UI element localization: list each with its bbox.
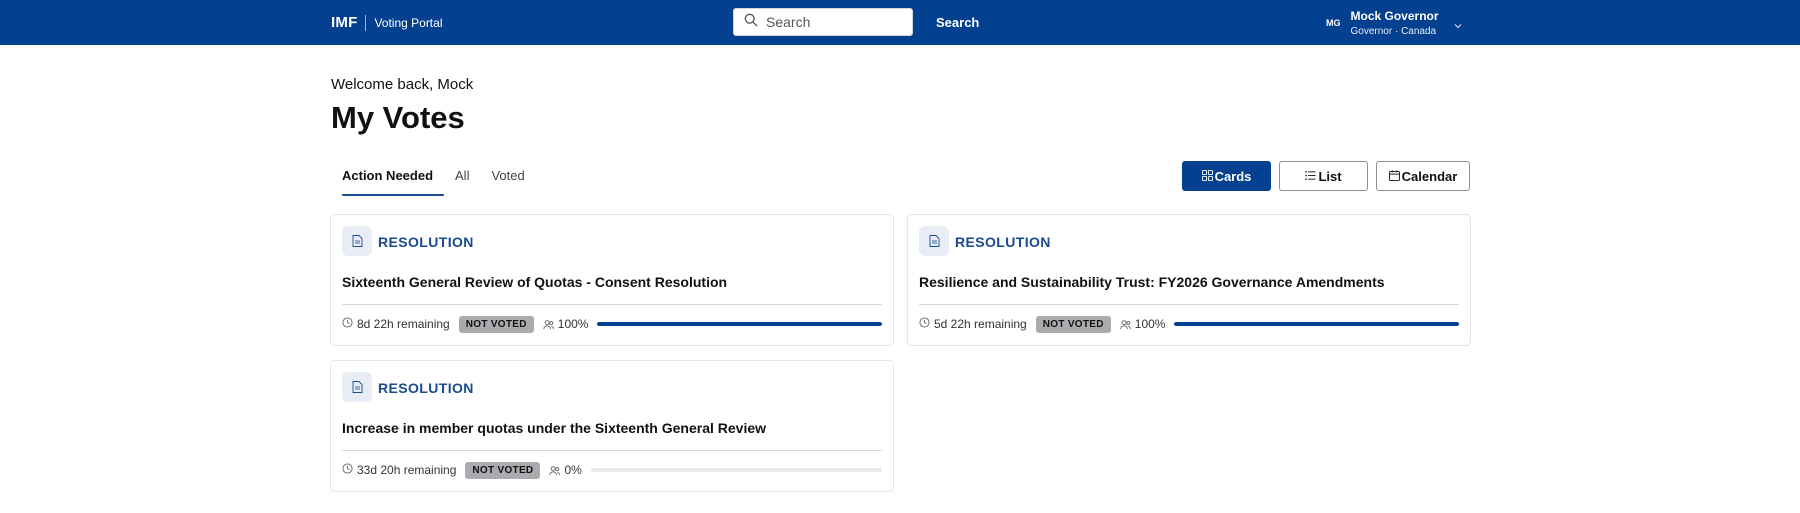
- cards-view-button[interactable]: Cards: [1182, 161, 1271, 191]
- card-footer: 8d 22h remaining NOT VOTED 100%: [342, 315, 882, 333]
- time-remaining: 8d 22h remaining: [357, 317, 450, 331]
- card-title[interactable]: Resilience and Sustainability Trust: FY2…: [919, 274, 1385, 290]
- people-icon: [1120, 319, 1131, 330]
- vote-card[interactable]: RESOLUTION Resilience and Sustainability…: [907, 214, 1471, 346]
- card-title[interactable]: Sixteenth General Review of Quotas - Con…: [342, 274, 727, 290]
- card-divider: [342, 450, 882, 451]
- clock-icon: [919, 315, 930, 333]
- search-box[interactable]: [733, 8, 913, 36]
- participation-progress-bar: [590, 468, 882, 472]
- brand-divider: [365, 14, 367, 31]
- user-role: Governor · Canada: [1350, 25, 1437, 37]
- card-type-label: RESOLUTION: [378, 380, 474, 396]
- participation-percent: 100%: [1134, 317, 1166, 331]
- cards-view-label: Cards: [1214, 168, 1252, 184]
- participation-progress-bar: [1174, 322, 1459, 326]
- participation-percent: 100%: [557, 317, 589, 331]
- document-icon: [919, 226, 949, 256]
- progress-fill: [1174, 322, 1459, 326]
- status-badge: NOT VOTED: [465, 461, 541, 479]
- tab-action-needed[interactable]: Action Needed: [331, 160, 445, 196]
- list-view-button[interactable]: List: [1279, 161, 1368, 191]
- card-footer: 5d 22h remaining NOT VOTED 100%: [919, 315, 1459, 333]
- portal-name: Voting Portal: [374, 15, 443, 30]
- search-button[interactable]: Search: [936, 12, 979, 32]
- card-title[interactable]: Increase in member quotas under the Sixt…: [342, 420, 766, 436]
- calendar-view-button[interactable]: Calendar: [1376, 161, 1470, 191]
- chevron-down-icon[interactable]: [1453, 18, 1463, 28]
- document-icon: [342, 372, 372, 402]
- user-name: Mock Governor: [1350, 8, 1439, 23]
- status-badge: NOT VOTED: [1035, 315, 1111, 333]
- clock-icon: [342, 315, 353, 333]
- people-icon: [543, 319, 554, 330]
- brand[interactable]: IMF Voting Portal: [331, 0, 442, 45]
- progress-fill: [597, 322, 882, 326]
- calendar-view-label: Calendar: [1401, 168, 1458, 184]
- search-input[interactable]: [764, 13, 908, 31]
- avatar: MG: [1326, 17, 1341, 28]
- page-title: My Votes: [331, 100, 465, 135]
- card-type-label: RESOLUTION: [378, 234, 474, 250]
- welcome-message: Welcome back, Mock: [331, 76, 474, 93]
- user-menu[interactable]: MG Mock Governor Governor · Canada: [1326, 0, 1463, 45]
- imf-logo: IMF: [331, 14, 358, 31]
- tab-voted[interactable]: Voted: [480, 160, 535, 196]
- document-icon: [342, 226, 372, 256]
- search-icon: [744, 13, 758, 32]
- grid-icon: [1201, 169, 1215, 184]
- card-divider: [342, 304, 882, 305]
- vote-card[interactable]: RESOLUTION Increase in member quotas und…: [330, 360, 894, 492]
- view-switcher: Cards List Calendar: [1182, 161, 1470, 191]
- list-view-label: List: [1318, 168, 1342, 184]
- calendar-icon: [1388, 169, 1402, 184]
- status-badge: NOT VOTED: [458, 315, 534, 333]
- filter-tabs: Action Needed All Voted: [331, 160, 536, 196]
- list-icon: [1305, 169, 1318, 184]
- clock-icon: [342, 461, 353, 479]
- tab-all[interactable]: All: [444, 160, 480, 196]
- card-footer: 33d 20h remaining NOT VOTED 0%: [342, 461, 882, 479]
- top-navigation-bar: IMF Voting Portal Search MG Mock Governo…: [0, 0, 1800, 45]
- participation-progress-bar: [597, 322, 882, 326]
- time-remaining: 33d 20h remaining: [357, 463, 457, 477]
- time-remaining: 5d 22h remaining: [934, 317, 1027, 331]
- vote-card[interactable]: RESOLUTION Sixteenth General Review of Q…: [330, 214, 894, 346]
- participation-percent: 0%: [564, 463, 582, 477]
- people-icon: [549, 465, 561, 476]
- card-type-label: RESOLUTION: [955, 234, 1051, 250]
- user-info: Mock Governor Governor · Canada: [1351, 9, 1439, 37]
- card-divider: [919, 304, 1459, 305]
